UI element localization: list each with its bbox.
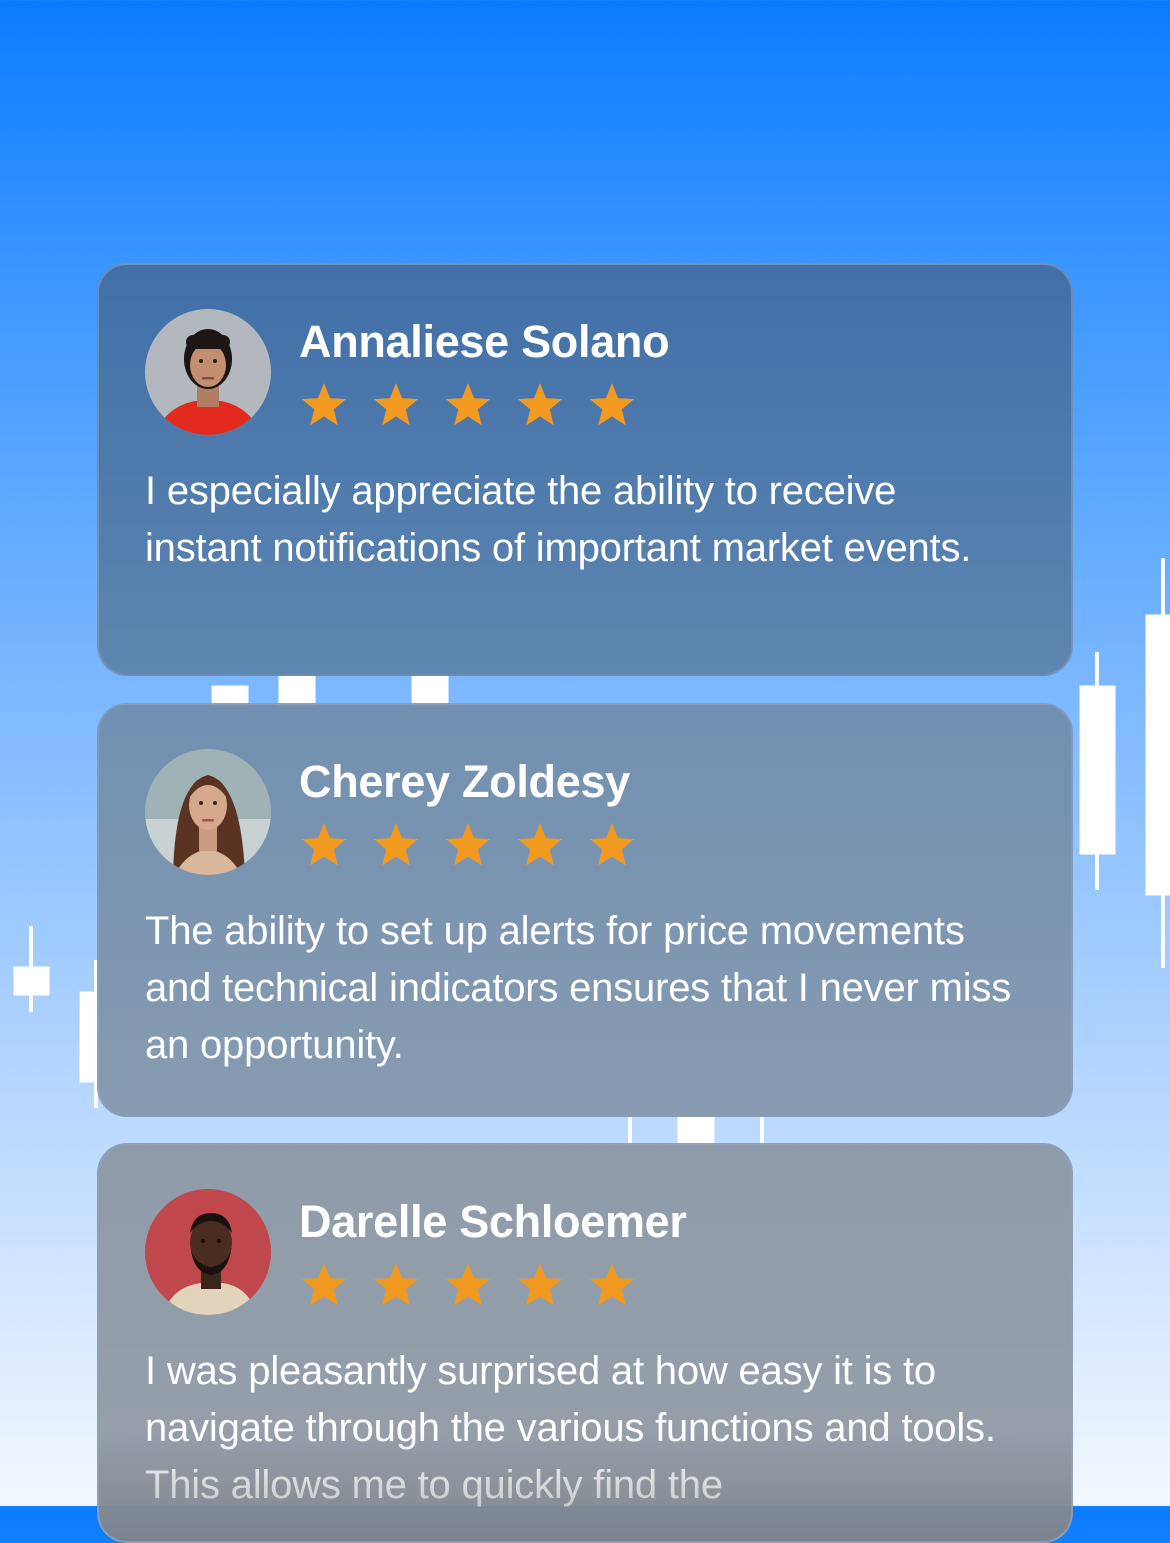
avatar: [145, 749, 271, 875]
review-card: Annaliese Solano I especially appreciate…: [97, 263, 1073, 676]
star-icon: [299, 821, 349, 869]
review-text: The ability to set up alerts for price m…: [145, 909, 1011, 1067]
star-icon: [443, 821, 493, 869]
card-fade-overlay: [99, 1431, 1071, 1541]
star-icon: [515, 381, 565, 429]
star-icon: [371, 1261, 421, 1309]
star-rating: [299, 821, 659, 869]
star-rating: [299, 381, 669, 429]
reviewer-name: Annaliese Solano: [299, 316, 670, 367]
star-icon: [587, 821, 637, 869]
star-icon: [587, 381, 637, 429]
avatar: [145, 1189, 271, 1315]
star-icon: [371, 821, 421, 869]
review-card: Cherey Zoldesy The ability to set up ale…: [97, 703, 1073, 1117]
star-icon: [299, 381, 349, 429]
review-text: I especially appreciate the ability to r…: [145, 469, 972, 570]
star-icon: [587, 1261, 637, 1309]
star-rating: [299, 1261, 687, 1309]
reviewer-name: Darelle Schloemer: [299, 1196, 687, 1247]
reviewer-name: Cherey Zoldesy: [299, 756, 630, 807]
star-icon: [515, 1261, 565, 1309]
star-icon: [515, 821, 565, 869]
avatar: [145, 309, 271, 435]
review-card: Darelle Schloemer I was pleasantly surpr…: [97, 1143, 1073, 1543]
star-icon: [371, 381, 421, 429]
star-icon: [443, 1261, 493, 1309]
star-icon: [443, 381, 493, 429]
star-icon: [299, 1261, 349, 1309]
